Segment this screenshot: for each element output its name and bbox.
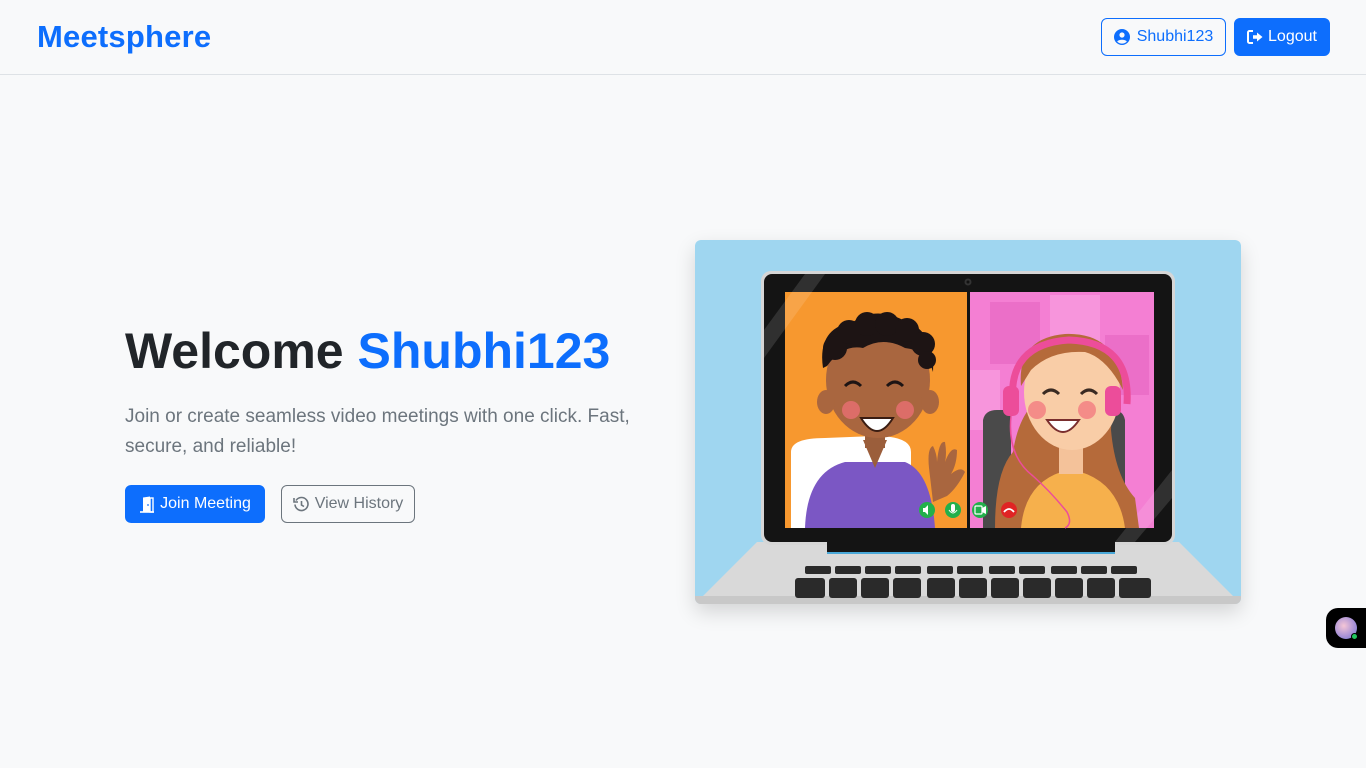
welcome-username: Shubhi123	[357, 323, 611, 379]
hangup-icon	[1001, 502, 1017, 518]
mic-icon	[945, 502, 961, 518]
logout-label: Logout	[1268, 28, 1317, 45]
history-icon	[292, 496, 309, 511]
profile-username: Shubhi123	[1136, 28, 1214, 45]
hero-subtitle: Join or create seamless video meetings w…	[125, 406, 630, 457]
camera-icon	[972, 502, 988, 518]
brand-logo[interactable]: Meetsphere	[37, 19, 211, 55]
door-icon	[140, 496, 155, 513]
welcome-heading: Welcome Shubhi123	[125, 322, 610, 380]
floating-assistant-widget[interactable]	[1326, 608, 1366, 648]
join-meeting-label: Join Meeting	[160, 495, 251, 512]
join-meeting-button[interactable]: Join Meeting	[125, 485, 265, 523]
user-circle-icon	[1113, 29, 1130, 45]
navbar: Meetsphere Shubhi123 Logout	[0, 0, 1366, 75]
video-call-illustration	[695, 240, 1241, 604]
view-history-button[interactable]: View History	[281, 485, 415, 523]
welcome-text: Welcome	[125, 323, 344, 379]
logout-button[interactable]: Logout	[1234, 18, 1330, 56]
speaker-icon	[919, 502, 935, 518]
logout-icon	[1247, 30, 1263, 44]
online-status-dot	[1351, 633, 1358, 640]
profile-button[interactable]: Shubhi123	[1101, 18, 1226, 56]
view-history-label: View History	[314, 495, 404, 512]
